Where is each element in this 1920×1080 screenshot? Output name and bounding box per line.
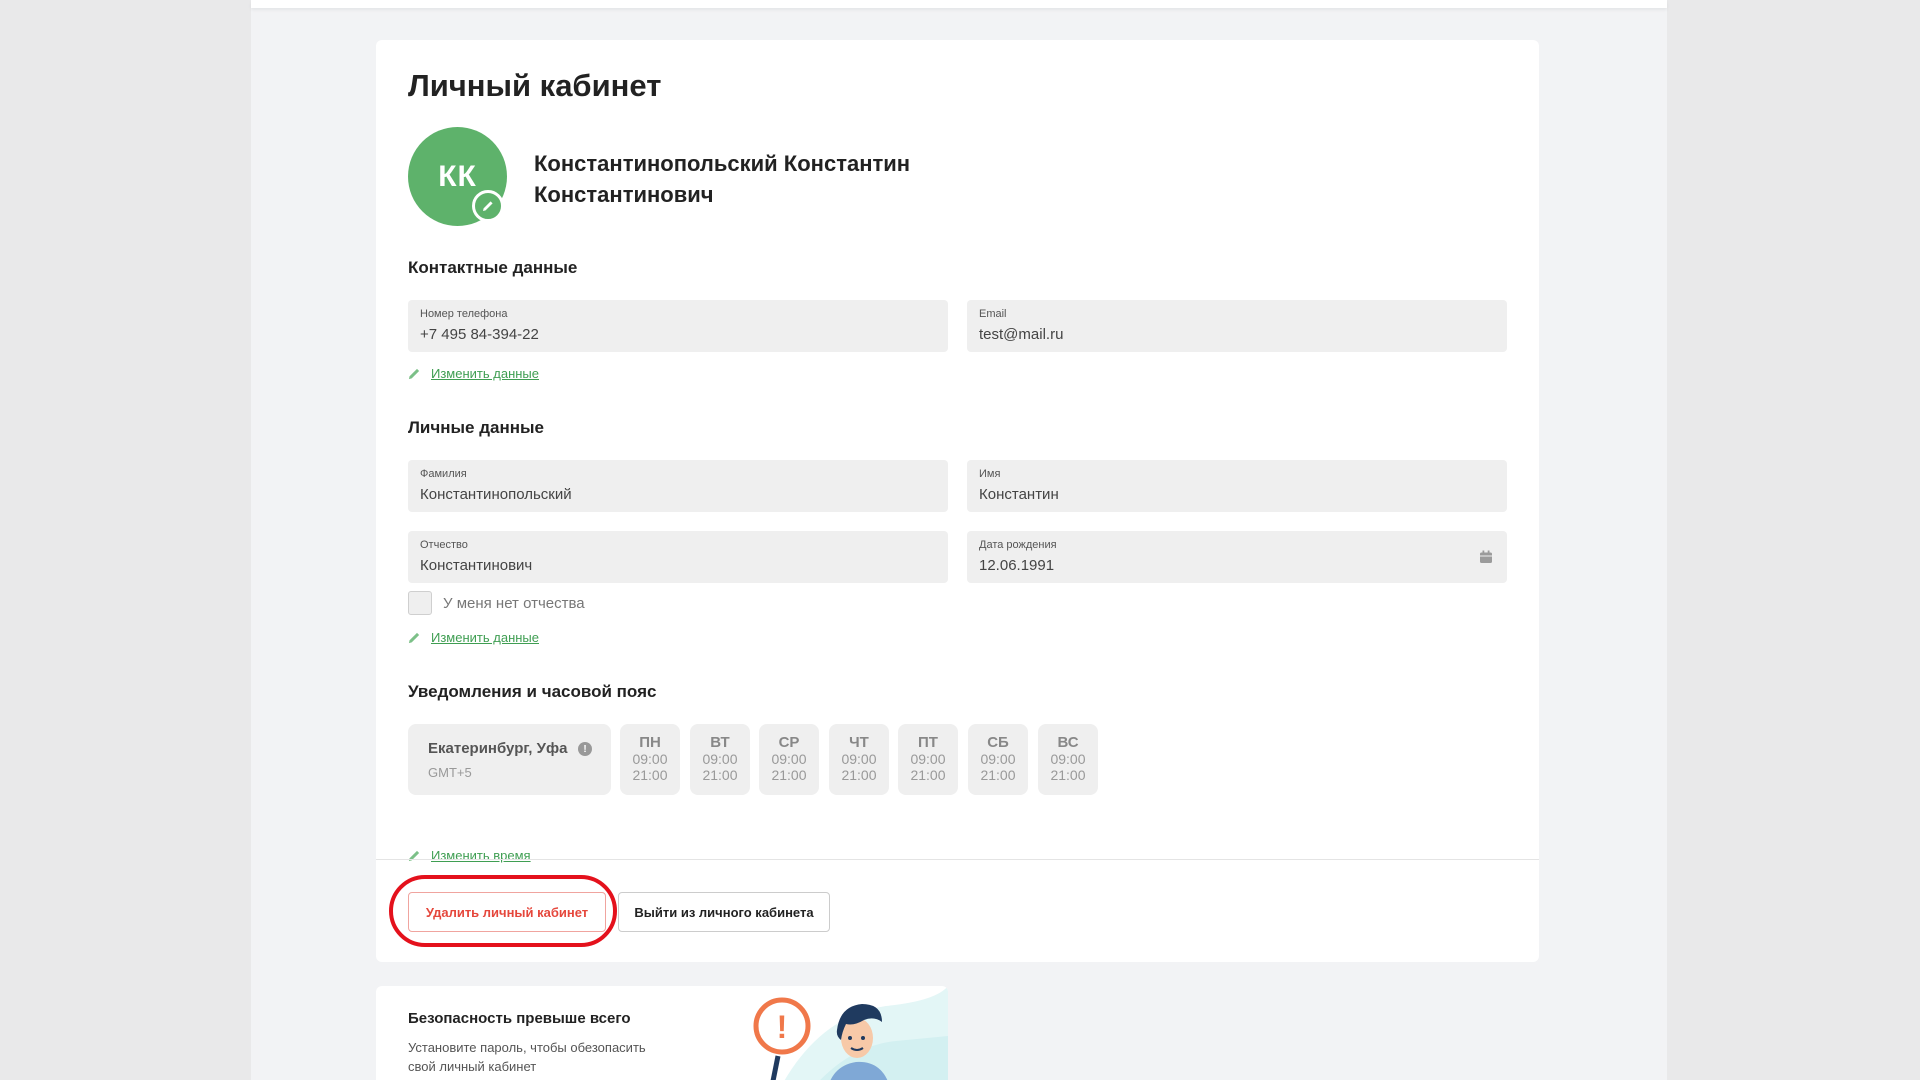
day-from: 09:00 [980, 751, 1016, 767]
delete-account-button[interactable]: Удалить личный кабинет [408, 892, 606, 932]
surname-field[interactable]: Фамилия Константинопольский [408, 460, 948, 512]
user-full-name: Константинопольский Константин Константи… [534, 151, 911, 207]
surname-label: Фамилия [420, 468, 467, 480]
day-name: ВТ [710, 734, 730, 751]
birth-date-value: 12.06.1991 [979, 557, 1055, 574]
day-name: СР [778, 734, 800, 751]
day-from: 09:00 [841, 751, 877, 767]
pencil-icon [408, 368, 420, 380]
name-value: Константин [979, 486, 1059, 503]
phone-value: +7 495 84-394-22 [420, 326, 539, 343]
edit-time-link[interactable]: Изменить время [408, 848, 531, 863]
sign-mark: ! [777, 1009, 788, 1045]
edit-time-label: Изменить время [431, 848, 531, 863]
no-patronymic-label: У меня нет отчества [443, 594, 585, 612]
no-patronymic-row[interactable]: У меня нет отчества [408, 591, 585, 615]
patronymic-value: Константинович [420, 557, 533, 574]
pencil-icon [408, 632, 420, 644]
patronymic-field[interactable]: Отчество Константинович [408, 531, 948, 583]
birth-date-label: Дата рождения [979, 539, 1057, 551]
logout-button[interactable]: Выйти из личного кабинета [618, 892, 830, 932]
calendar-icon[interactable] [1479, 550, 1493, 564]
email-label: Email [979, 308, 1007, 320]
day-name: ПН [639, 734, 661, 751]
pencil-icon [483, 201, 493, 211]
day-slot[interactable]: ВТ 09:00 21:00 [690, 724, 750, 795]
day-name: ВС [1057, 734, 1079, 751]
edit-personal-link[interactable]: Изменить данные [408, 630, 539, 645]
day-from: 09:00 [702, 751, 738, 767]
page-title: Личный кабинет [408, 68, 662, 103]
day-to: 21:00 [1050, 767, 1086, 783]
contacts-section-title: Контактные данные [408, 258, 578, 277]
day-to: 21:00 [980, 767, 1016, 783]
header-strip [251, 0, 1667, 8]
day-from: 09:00 [632, 751, 668, 767]
day-to: 21:00 [910, 767, 946, 783]
surname-value: Константинопольский [420, 486, 572, 503]
avatar-initials: КК [438, 159, 477, 193]
security-banner[interactable]: Безопасность превыше всего Установите па… [376, 986, 948, 1080]
no-patronymic-checkbox[interactable] [408, 591, 432, 615]
day-slot[interactable]: ПТ 09:00 21:00 [898, 724, 958, 795]
security-title: Безопасность превыше всего [408, 1010, 631, 1027]
day-slot[interactable]: ПН 09:00 21:00 [620, 724, 680, 795]
edit-contacts-label: Изменить данные [431, 366, 539, 381]
security-text: Установите пароль, чтобы обезопасить сво… [408, 1040, 646, 1074]
birth-date-field[interactable]: Дата рождения 12.06.1991 [967, 531, 1507, 583]
day-from: 09:00 [771, 751, 807, 767]
avatar-edit-button[interactable] [472, 190, 504, 222]
pencil-icon [408, 850, 420, 862]
personal-section-title: Личные данные [408, 418, 544, 437]
timezone-selector[interactable]: Екатеринбург, Уфа ! GMT+5 [408, 724, 611, 795]
day-from: 09:00 [910, 751, 946, 767]
notifications-section-title: Уведомления и часовой пояс [408, 682, 657, 701]
day-to: 21:00 [702, 767, 738, 783]
day-name: ПТ [918, 734, 938, 751]
phone-field[interactable]: Номер телефона +7 495 84-394-22 [408, 300, 948, 352]
divider [376, 859, 1539, 860]
day-slot[interactable]: ВС 09:00 21:00 [1038, 724, 1098, 795]
day-slot[interactable]: СР 09:00 21:00 [759, 724, 819, 795]
day-slot[interactable]: СБ 09:00 21:00 [968, 724, 1028, 795]
day-from: 09:00 [1050, 751, 1086, 767]
security-illustration: ! [753, 986, 948, 1080]
email-field[interactable]: Email test@mail.ru [967, 300, 1507, 352]
day-name: СБ [987, 734, 1009, 751]
day-to: 21:00 [632, 767, 668, 783]
name-field[interactable]: Имя Константин [967, 460, 1507, 512]
timezone-city: Екатеринбург, Уфа [428, 740, 568, 757]
info-icon[interactable]: ! [578, 742, 592, 756]
day-to: 21:00 [771, 767, 807, 783]
profile-card: Личный кабинет КК Константинопольский Ко… [376, 40, 1539, 962]
edit-personal-label: Изменить данные [431, 630, 539, 645]
day-to: 21:00 [841, 767, 877, 783]
timezone-gmt: GMT+5 [428, 765, 472, 780]
email-value: test@mail.ru [979, 326, 1064, 343]
edit-contacts-link[interactable]: Изменить данные [408, 366, 539, 381]
patronymic-label: Отчество [420, 539, 468, 551]
day-slot[interactable]: ЧТ 09:00 21:00 [829, 724, 889, 795]
phone-label: Номер телефона [420, 308, 508, 320]
day-name: ЧТ [849, 734, 869, 751]
name-label: Имя [979, 468, 1001, 480]
